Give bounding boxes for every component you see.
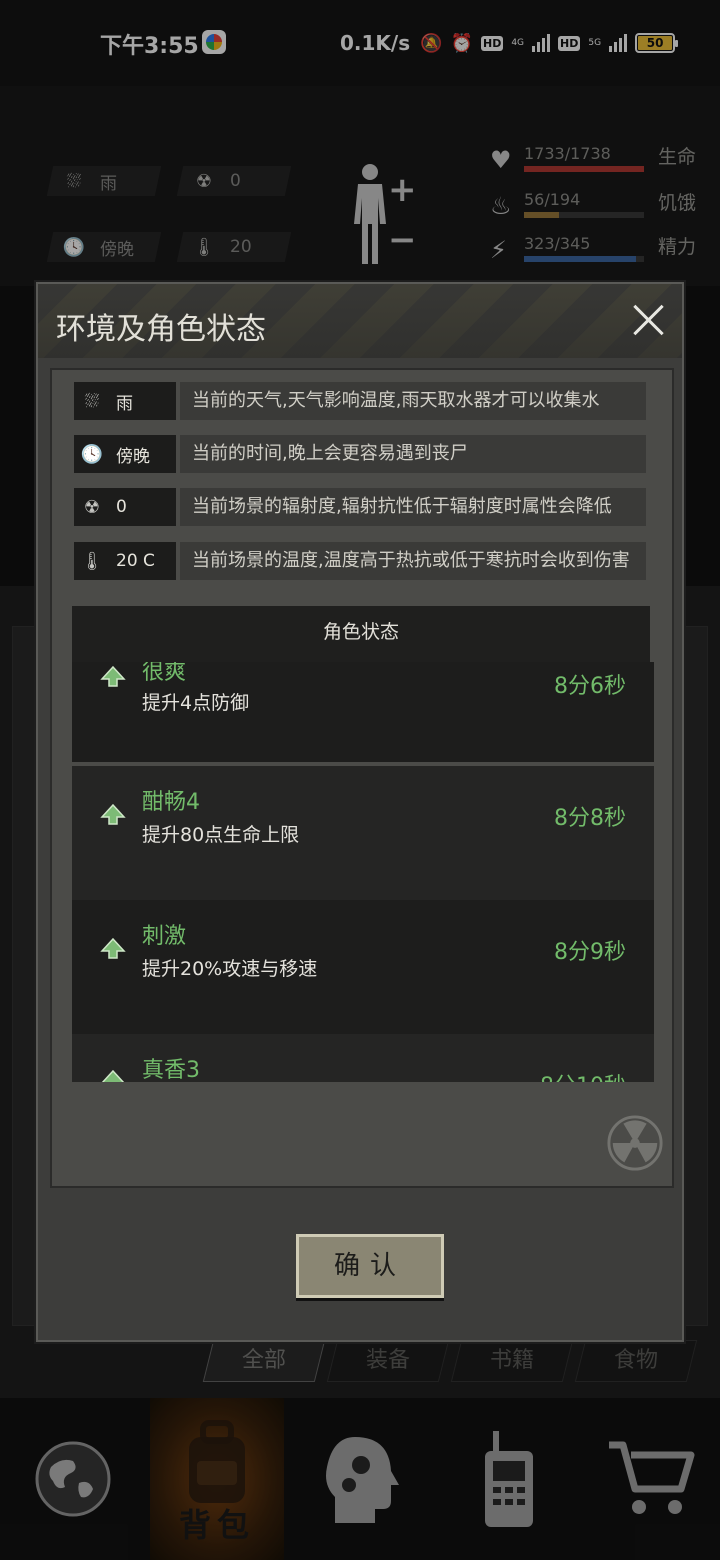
list-item: 真香3 8分10秒: [72, 1034, 654, 1082]
buff-description: 提升4点防御: [142, 692, 250, 714]
env-row-weather: ⛆ 雨 当前的天气,天气影响温度,雨天取水器才可以收集水: [74, 382, 646, 420]
env-key: ⛆ 雨: [74, 382, 176, 420]
env-key-value: 0: [116, 497, 127, 517]
arrow-up-icon: [101, 1069, 125, 1082]
env-key-value: 20 C: [116, 551, 155, 571]
buff-name: 真香3: [142, 1058, 200, 1082]
role-status-header: 角色状态: [72, 606, 650, 662]
list-item: 酣畅4 提升80点生命上限 8分8秒: [72, 766, 654, 900]
env-key-value: 傍晚: [116, 446, 150, 467]
radiation-icon: ☢: [83, 496, 101, 518]
buff-duration: 8分9秒: [554, 940, 626, 965]
env-row-radiation: ☢ 0 当前场景的辐射度,辐射抗性低于辐射度时属性会降低: [74, 488, 646, 526]
confirm-button[interactable]: 确认: [296, 1234, 444, 1298]
buff-name: 很爽: [142, 662, 187, 685]
arrow-up-icon: [100, 803, 126, 825]
env-description: 当前的天气,天气影响温度,雨天取水器才可以收集水: [180, 382, 646, 420]
buff-duration: 8分10秒: [540, 1068, 626, 1082]
radiation-watermark-icon: [607, 1115, 663, 1171]
buff-description: 提升80点生命上限: [142, 824, 300, 846]
env-description: 当前场景的温度,温度高于热抗或低于寒抗时会收到伤害: [180, 542, 646, 580]
env-key-value: 雨: [116, 393, 133, 414]
buff-duration: 8分6秒: [554, 674, 626, 699]
dialog-title: 环境及角色状态: [56, 312, 266, 347]
env-row-temperature: 🌡 20 C 当前场景的温度,温度高于热抗或低于寒抗时会收到伤害: [74, 542, 646, 580]
env-description: 当前场景的辐射度,辐射抗性低于辐射度时属性会降低: [180, 488, 646, 526]
arrow-up-icon: [100, 937, 126, 959]
buff-description: 提升20%攻速与移速: [142, 958, 318, 980]
dialog-content: ⛆ 雨 当前的天气,天气影响温度,雨天取水器才可以收集水 🕓 傍晚 当前的时间,晚上…: [50, 368, 674, 1188]
list-item: 刺激 提升20%攻速与移速 8分9秒: [72, 900, 654, 1034]
buff-name: 酣畅4: [142, 790, 200, 815]
role-status-list[interactable]: 很爽 提升4点防御 8分6秒 酣畅4 提升80点生命上限 8分8秒 刺激 提升2…: [72, 662, 654, 1082]
clock-icon: 🕓: [80, 443, 104, 465]
buff-name: 刺激: [142, 924, 187, 949]
env-description: 当前的时间,晚上会更容易遇到丧尸: [180, 435, 646, 473]
arrow-up-icon: [100, 665, 126, 687]
env-row-time: 🕓 傍晚 当前的时间,晚上会更容易遇到丧尸: [74, 435, 646, 473]
buff-duration: 8分8秒: [554, 806, 626, 831]
thermometer-icon: 🌡: [80, 550, 104, 572]
status-dialog: 环境及角色状态 ⛆ 雨 当前的天气,天气影响温度,雨天取水器才可以收集水 🕓 傍晚 …: [36, 282, 684, 1342]
env-key: 🌡 20 C: [74, 542, 176, 580]
env-key: ☢ 0: [74, 488, 176, 526]
dialog-header: 环境及角色状态: [38, 284, 682, 358]
env-key: 🕓 傍晚: [74, 435, 176, 473]
list-item: 很爽 提升4点防御 8分6秒: [72, 662, 654, 762]
close-icon[interactable]: [632, 302, 666, 336]
rain-icon: ⛆: [84, 390, 100, 412]
